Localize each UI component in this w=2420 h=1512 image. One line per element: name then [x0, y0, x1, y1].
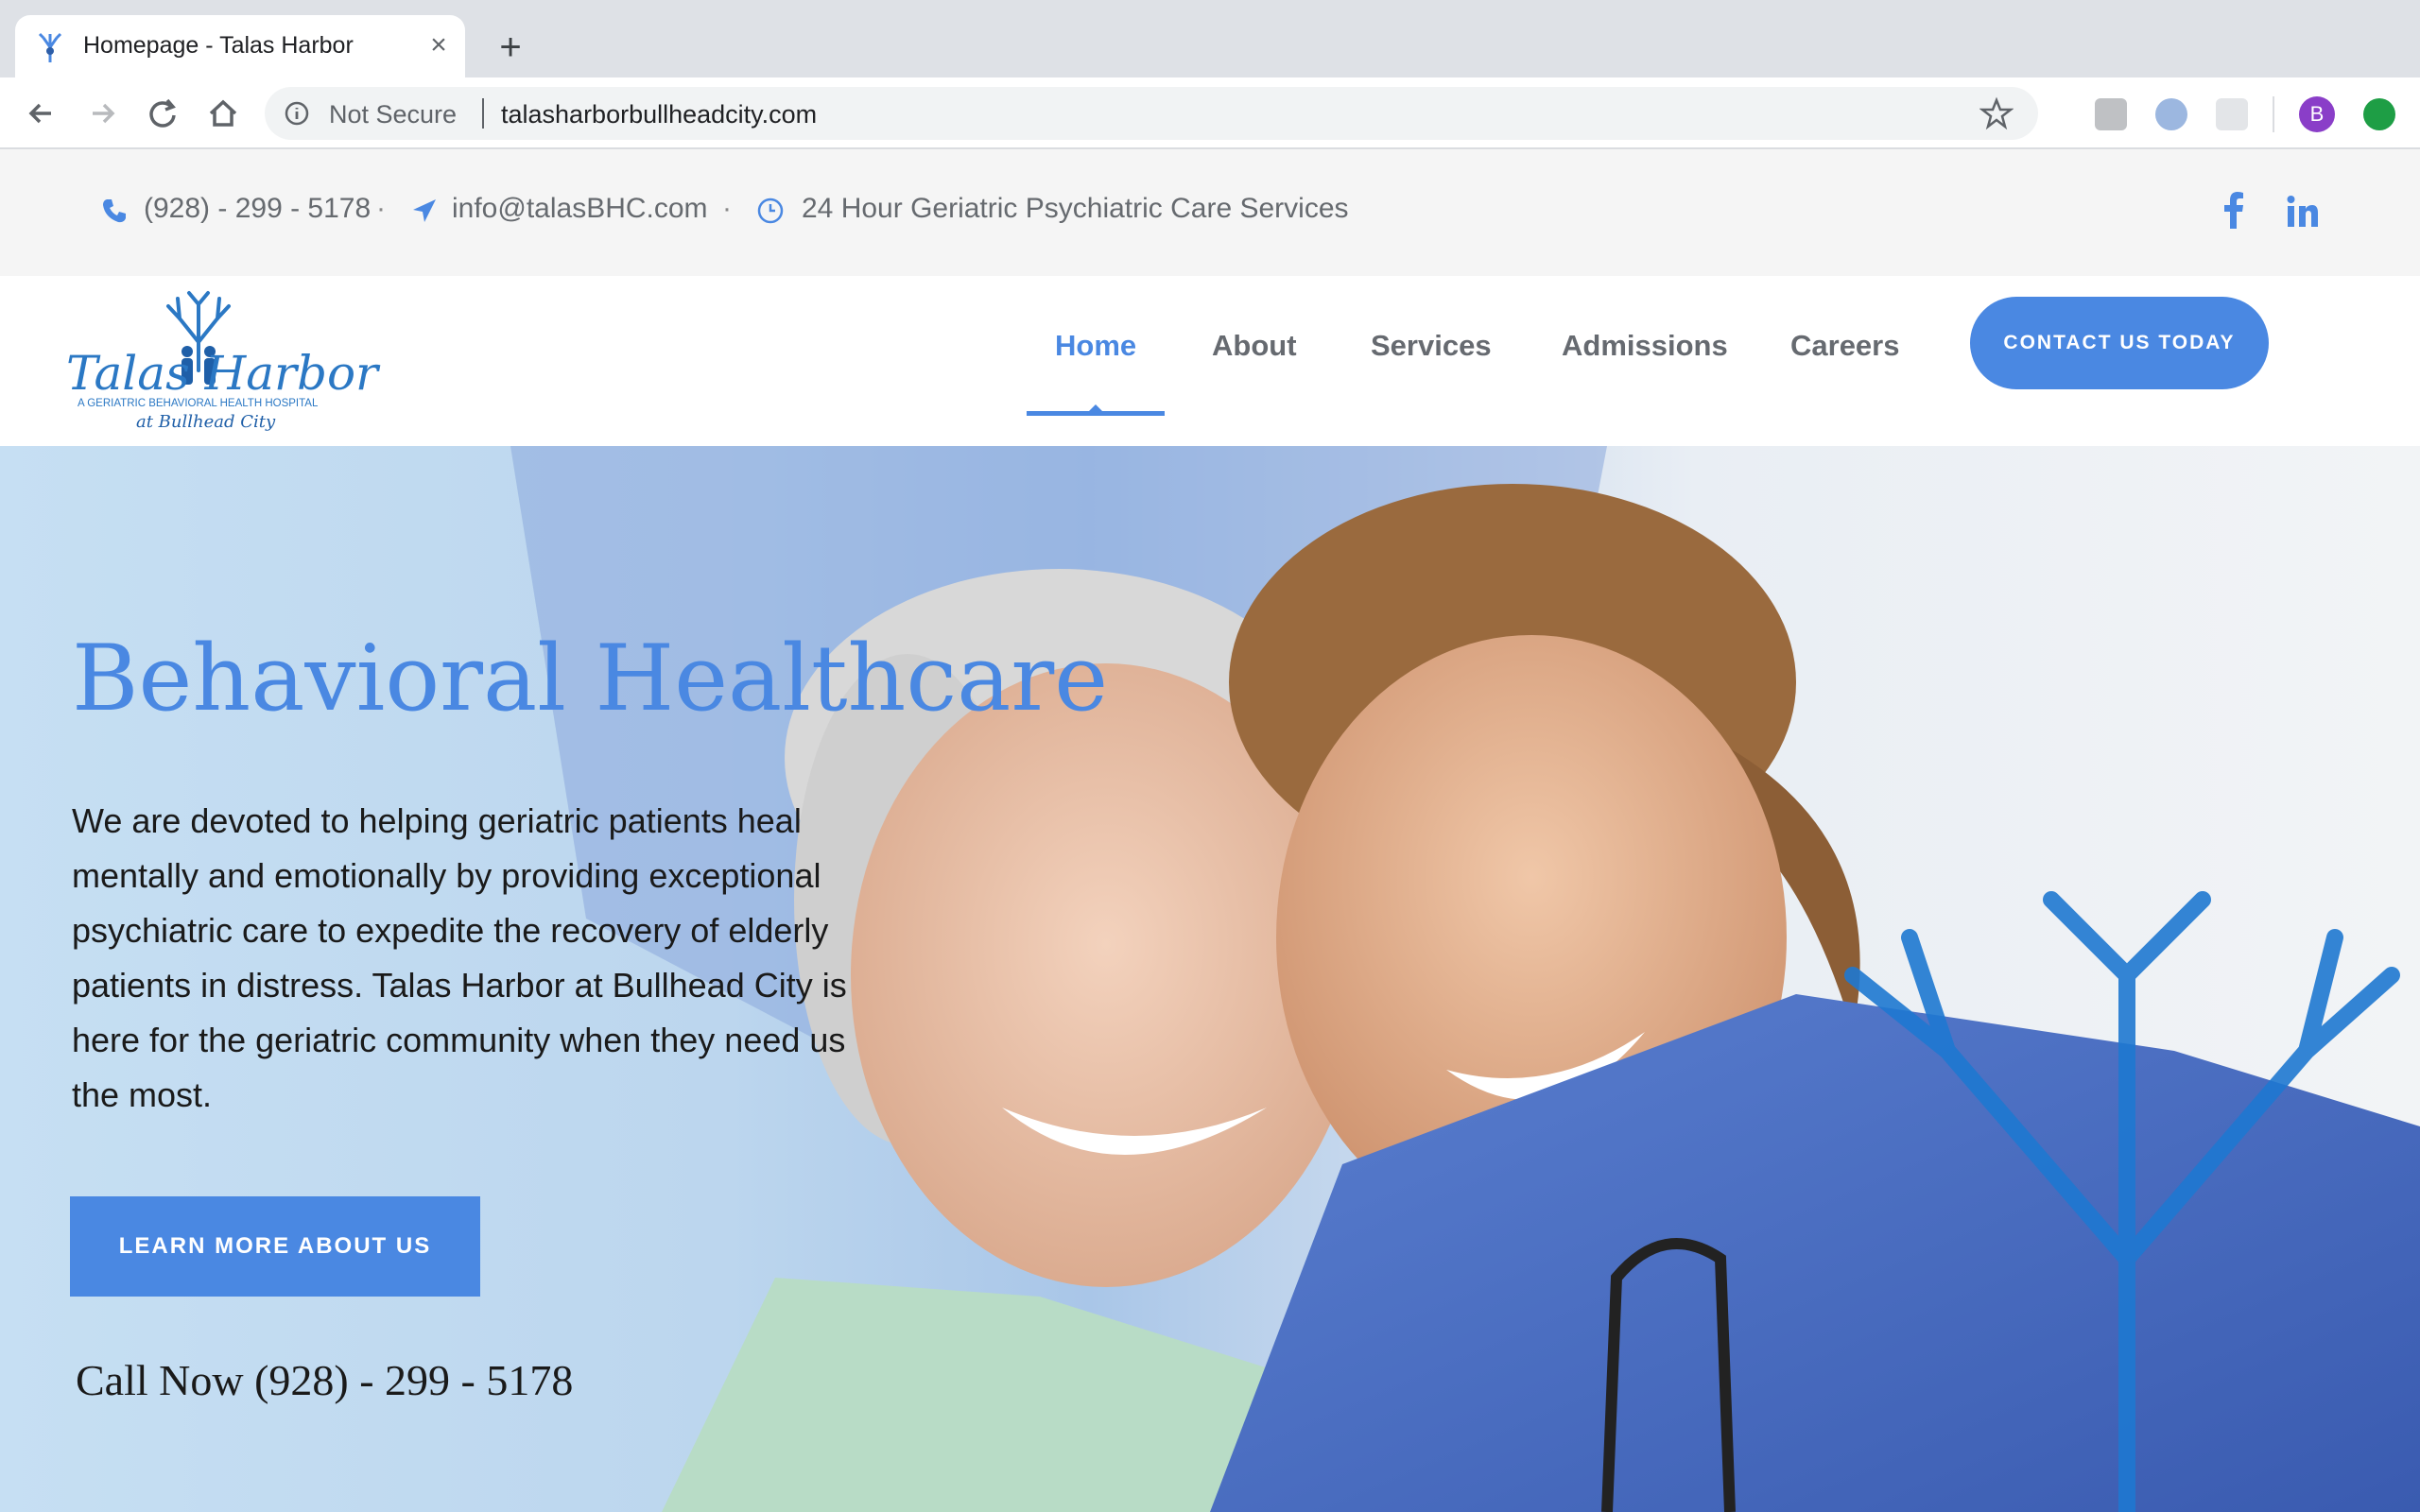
linkedin-icon[interactable]: [2286, 195, 2320, 229]
address-bar[interactable]: Not Secure talasharborbullheadcity.com: [265, 87, 2038, 140]
nav-about[interactable]: About: [1212, 329, 1297, 363]
learn-more-button[interactable]: LEARN MORE ABOUT US: [70, 1196, 480, 1297]
nav-home[interactable]: Home: [1055, 329, 1136, 363]
arrow-right-icon: [93, 103, 115, 124]
browser-tab-strip: Homepage - Talas Harbor × +: [0, 0, 2420, 77]
home-button[interactable]: [202, 93, 244, 134]
tree-favicon-icon: [38, 32, 62, 62]
site-header: Talas Harbor A GERIATRIC BEHAVIORAL HEAL…: [0, 276, 2420, 446]
browser-toolbar: Not Secure talasharborbullheadcity.com B: [0, 77, 2420, 149]
extension-a-icon[interactable]: [2095, 98, 2127, 130]
phone-number[interactable]: (928) - 299 - 5178: [144, 193, 371, 225]
contact-info-bar: (928) - 299 - 5178 · info@talasBHC.com ·…: [0, 149, 2420, 276]
forward-button[interactable]: [81, 93, 123, 134]
logo-name: Talas Harbor: [66, 346, 381, 401]
url-text[interactable]: talasharborbullheadcity.com: [501, 100, 817, 129]
phone-icon: [103, 199, 126, 223]
separator-dot: ·: [376, 193, 386, 224]
call-now-text[interactable]: Call Now (928) - 299 - 5178: [76, 1355, 573, 1405]
profile-avatar[interactable]: B: [2299, 96, 2335, 132]
back-button[interactable]: [21, 93, 62, 134]
active-nav-underline: [1027, 411, 1165, 416]
browser-tab[interactable]: Homepage - Talas Harbor ×: [15, 15, 465, 77]
facebook-icon[interactable]: [2220, 191, 2248, 229]
reload-icon: [149, 98, 176, 128]
tab-title: Homepage - Talas Harbor: [83, 32, 354, 59]
hero-section: Behavioral Healthcare We are devoted to …: [0, 446, 2420, 1512]
reload-button[interactable]: [142, 93, 183, 134]
extension-c-icon[interactable]: [2216, 98, 2248, 130]
logo-tagline: A GERIATRIC BEHAVIORAL HEALTH HOSPITAL: [78, 398, 319, 409]
info-icon[interactable]: [284, 100, 310, 127]
close-tab-icon[interactable]: ×: [422, 28, 456, 62]
service-hours: 24 Hour Geriatric Psychiatric Care Servi…: [802, 193, 1349, 224]
new-tab-button[interactable]: +: [490, 26, 531, 68]
omnibox-divider: [482, 98, 484, 129]
email-link[interactable]: info@talasBHC.com: [452, 193, 708, 225]
hero-title: Behavioral Healthcare: [72, 626, 1109, 731]
site-logo[interactable]: Talas Harbor A GERIATRIC BEHAVIORAL HEAL…: [66, 285, 397, 440]
update-icon[interactable]: [2363, 98, 2395, 130]
extension-b-icon[interactable]: [2155, 98, 2187, 130]
logo-location: at Bullhead City: [136, 412, 276, 432]
nav-careers[interactable]: Careers: [1790, 329, 1899, 363]
bookmark-star-icon[interactable]: [1979, 96, 2014, 130]
separator-dot: ·: [722, 193, 732, 224]
send-icon: [413, 199, 436, 222]
contact-us-button[interactable]: CONTACT US TODAY: [1970, 297, 2269, 389]
nav-services[interactable]: Services: [1371, 329, 1492, 363]
home-icon: [209, 99, 237, 127]
hero-description: We are devoted to helping geriatric pati…: [72, 801, 847, 1114]
security-label[interactable]: Not Secure: [329, 100, 457, 129]
tree-logo-icon: Talas Harbor A GERIATRIC BEHAVIORAL HEAL…: [66, 291, 381, 432]
nav-admissions[interactable]: Admissions: [1562, 329, 1728, 363]
clock-icon: [757, 198, 784, 224]
arrow-left-icon: [28, 103, 51, 124]
toolbar-divider: [2273, 96, 2274, 132]
